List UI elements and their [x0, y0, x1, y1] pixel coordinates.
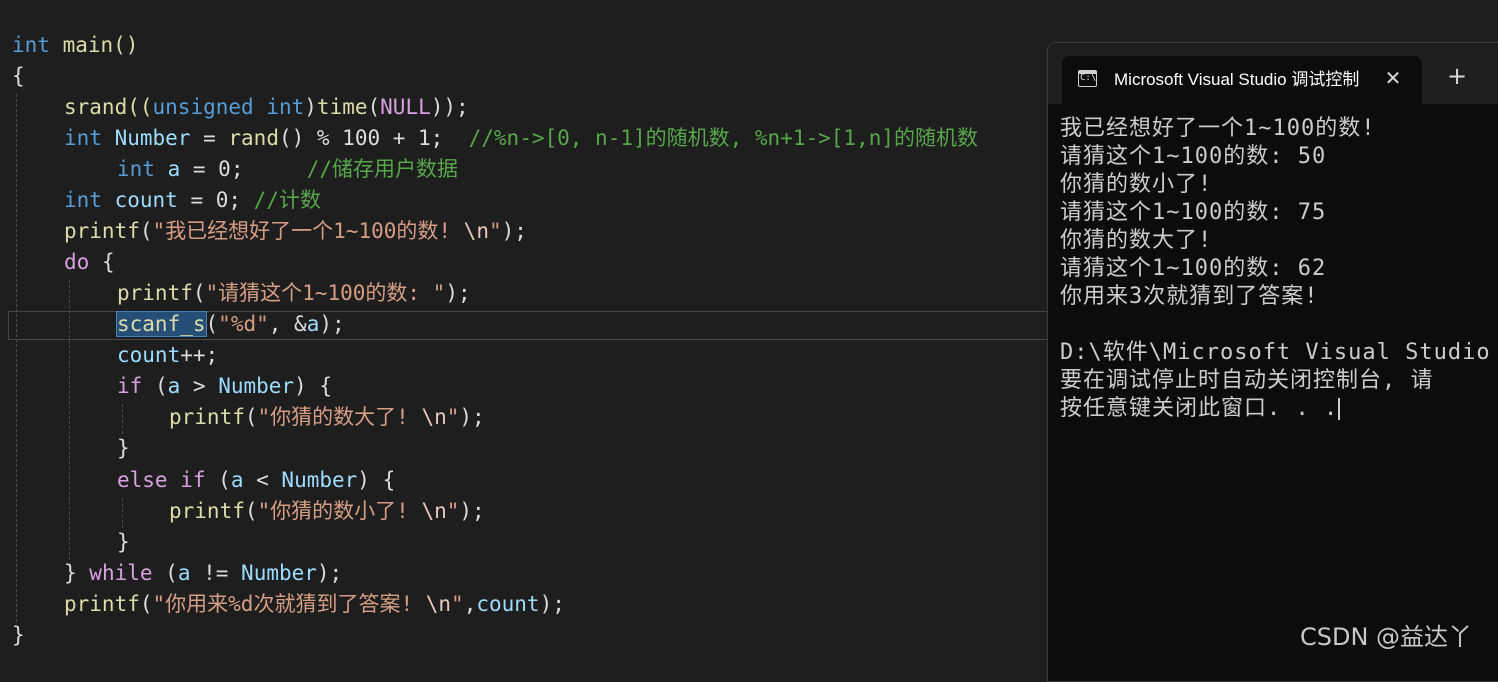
text-caret	[1338, 398, 1341, 420]
code-line[interactable]: int count = 0; //计数	[64, 185, 321, 216]
code-line[interactable]: }	[12, 620, 25, 651]
indent-guide	[16, 94, 17, 622]
code-line[interactable]: }	[117, 527, 130, 558]
console-line: 请猜这个1~100的数: 62	[1060, 256, 1327, 281]
indent-guide	[122, 404, 123, 434]
indent-guide	[122, 498, 123, 528]
terminal-icon: C:\	[1078, 70, 1097, 87]
console-line: D:\软件\Microsoft Visual Studio	[1060, 340, 1491, 365]
code-line[interactable]: printf("我已经想好了一个1~100的数! \n");	[64, 216, 527, 247]
code-line[interactable]: {	[12, 61, 25, 92]
code-line[interactable]: count++;	[117, 340, 218, 371]
console-line: 按任意键关闭此窗口. . .	[1060, 396, 1339, 421]
selected-identifier[interactable]: scanf_s	[116, 311, 207, 337]
code-line[interactable]: printf("你猜的数大了! \n");	[169, 402, 485, 433]
code-line[interactable]: int main()	[12, 30, 138, 61]
console-line: 请猜这个1~100的数: 50	[1060, 144, 1327, 169]
console-prompt-line: 按任意键关闭此窗口. . .	[1060, 395, 1498, 423]
code-line[interactable]: printf("请猜这个1~100的数: ");	[117, 278, 471, 309]
code-line[interactable]: int Number = rand() % 100 + 1; //%n->[0,…	[64, 123, 978, 154]
console-line: 你猜的数小了!	[1060, 172, 1213, 197]
console-line: 请猜这个1~100的数: 75	[1060, 200, 1327, 225]
code-line[interactable]: srand((unsigned int)time(NULL));	[64, 92, 469, 123]
code-line[interactable]: else if (a < Number) {	[117, 465, 395, 496]
console-tab[interactable]: C:\ Microsoft Visual Studio 调试控制台 ✕	[1062, 56, 1422, 104]
code-line[interactable]: printf("你用来%d次就猜到了答案! \n",count);	[64, 589, 565, 620]
close-icon[interactable]: ✕	[1381, 66, 1405, 90]
debug-console-window[interactable]: C:\ Microsoft Visual Studio 调试控制台 ✕ + ⌄ …	[1047, 42, 1498, 682]
code-line[interactable]: printf("你猜的数小了! \n");	[169, 496, 485, 527]
new-tab-button[interactable]: +	[1446, 64, 1468, 88]
console-line: 我已经想好了一个1~100的数!	[1060, 116, 1376, 141]
code-line[interactable]: }	[117, 433, 130, 464]
console-line: 你用来3次就猜到了答案!	[1060, 284, 1319, 309]
tab-title: Microsoft Visual Studio 调试控制台	[1114, 70, 1360, 89]
code-line[interactable]: } while (a != Number);	[64, 558, 342, 589]
console-titlebar[interactable]: C:\ Microsoft Visual Studio 调试控制台 ✕ + ⌄	[1048, 43, 1498, 104]
chevron-down-icon[interactable]: ⌄	[1492, 65, 1498, 87]
watermark: CSDN @益达丫	[1300, 623, 1473, 651]
code-line[interactable]: int a = 0; //储存用户数据	[117, 154, 458, 185]
code-line[interactable]: do {	[64, 247, 115, 278]
console-output[interactable]: 我已经想好了一个1~100的数! 请猜这个1~100的数: 50 你猜的数小了!…	[1060, 115, 1498, 423]
console-line: 你猜的数大了!	[1060, 228, 1213, 253]
code-line[interactable]: scanf_s("%d", &a);	[116, 309, 345, 340]
code-line[interactable]: if (a > Number) {	[117, 371, 332, 402]
console-line: 要在调试停止时自动关闭控制台, 请	[1060, 368, 1434, 393]
